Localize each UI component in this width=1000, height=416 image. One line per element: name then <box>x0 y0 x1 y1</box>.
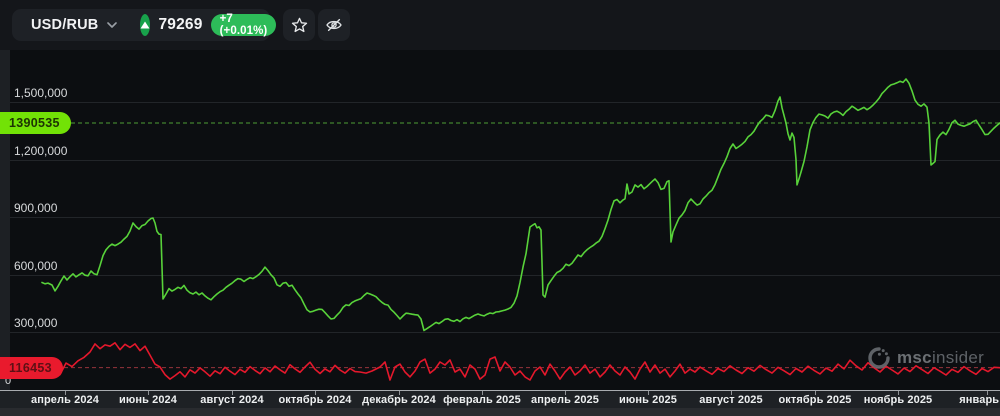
star-icon <box>291 17 308 34</box>
y-axis-label: 900,000 <box>14 201 58 216</box>
bottom-scroll-band[interactable] <box>0 408 1000 416</box>
favorite-button[interactable] <box>283 9 315 41</box>
symbol-label: USD/RUB <box>31 17 99 33</box>
chart-area[interactable] <box>0 50 1000 390</box>
chevron-down-icon[interactable] <box>107 22 118 28</box>
gridline <box>10 274 1000 276</box>
y-axis-label: 1,500,000 <box>14 86 68 100</box>
gridline <box>10 217 1000 219</box>
y-axis-label: 1,200,000 <box>14 143 68 158</box>
watermark-text-bold: msc <box>897 348 932 367</box>
watermark-text-light: insider <box>931 348 985 367</box>
hide-button[interactable] <box>318 9 350 41</box>
eye-off-icon <box>325 17 343 33</box>
current-price-badge-green: 1390535 <box>0 112 71 134</box>
current-price-badge-red: 116453 <box>0 357 63 379</box>
x-axis-label: январь 20 <box>959 394 1000 406</box>
gridline <box>10 102 1000 103</box>
trend-up-icon <box>140 14 151 36</box>
change-badge: +7 (+0.01%) <box>210 13 277 37</box>
watermark-logo-icon <box>867 346 891 370</box>
watermark: mscinsider <box>867 346 984 370</box>
symbol-price-pill[interactable]: USD/RUB 79269 +7 (+0.01%) <box>12 9 277 41</box>
gridline <box>10 159 1000 161</box>
top-bar: USD/RUB 79269 +7 (+0.01%) <box>0 0 1000 50</box>
gridline <box>10 332 1000 334</box>
price-value: 79269 <box>158 16 203 33</box>
trading-chart-page: { "header": { "symbol": "USD/RUB", "pric… <box>0 0 1000 416</box>
y-axis-label: 300,000 <box>14 316 58 331</box>
watermark-text: mscinsider <box>897 348 984 368</box>
y-axis-label: 600,000 <box>14 258 58 273</box>
left-gutter <box>0 50 10 390</box>
